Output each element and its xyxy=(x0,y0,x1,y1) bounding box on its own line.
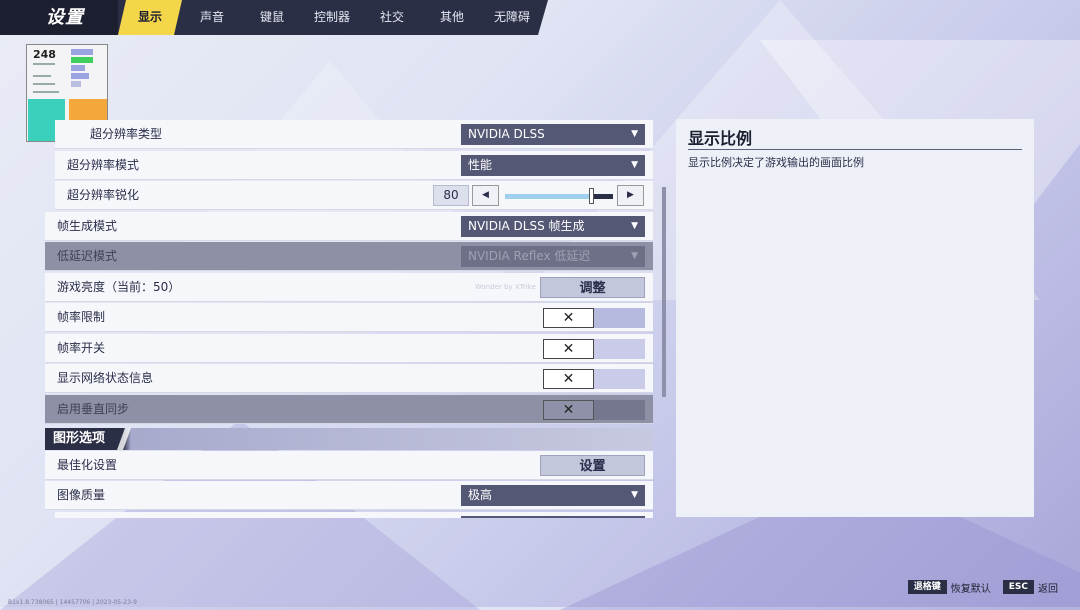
frame-gen-dropdown[interactable]: NVIDIA DLSS 帧生成 ▼ xyxy=(461,216,645,237)
description-title: 显示比例 xyxy=(688,129,753,148)
upscale-type-dropdown[interactable]: NVIDIA DLSS ▼ xyxy=(461,124,645,145)
tab-other[interactable]: 其他 xyxy=(422,0,482,35)
tab-keyboard-mouse[interactable]: 键鼠 xyxy=(242,0,302,35)
watermark-text: Wonder by XTrike xyxy=(475,283,536,291)
tab-accessibility[interactable]: 无障碍 xyxy=(482,0,542,35)
back-button[interactable]: 返回 xyxy=(1038,580,1058,595)
setting-row-upscale-type: 超分辨率类型 NVIDIA DLSS ▼ xyxy=(55,120,653,149)
fps-limit-toggle[interactable]: ✕ xyxy=(543,308,645,328)
setting-row-upscale-mode: 超分辨率模式 性能 ▼ xyxy=(55,151,653,180)
close-icon: ✕ xyxy=(543,308,594,328)
tab-display[interactable]: 显示 xyxy=(118,0,182,35)
sharpen-value: 80 xyxy=(433,185,469,206)
footer-hints: 退格键 恢复默认 ESC 返回 xyxy=(907,579,1058,595)
increase-button[interactable]: ▶ xyxy=(617,185,644,206)
fps-switch-toggle[interactable]: ✕ xyxy=(543,339,645,359)
page-title: 设置 xyxy=(0,0,118,35)
backspace-key-hint[interactable]: 退格键 xyxy=(907,580,947,594)
section-header-graphics: 图形选项 xyxy=(45,428,653,450)
tab-social[interactable]: 社交 xyxy=(362,0,422,35)
description-panel: 显示比例 显示比例决定了游戏输出的画面比例 xyxy=(676,119,1034,517)
settings-list: 超分辨率类型 NVIDIA DLSS ▼ 超分辨率模式 性能 ▼ 超分辨率锐化 … xyxy=(45,120,653,518)
arrow-left-icon: ◀ xyxy=(482,190,489,200)
build-info: B1x1.8.738065 | 14457706 | 2023-05-23-9 xyxy=(8,599,137,606)
scrollbar[interactable] xyxy=(662,187,666,397)
arrow-right-icon: ▶ xyxy=(627,190,634,200)
chevron-down-icon: ▼ xyxy=(631,129,638,139)
restore-default-button[interactable]: 恢复默认 xyxy=(951,580,991,595)
setting-row-net-info: 显示网络状态信息 ✕ xyxy=(45,364,653,393)
setting-row-fps-limit: 帧率限制 ✕ xyxy=(45,303,653,332)
upscale-mode-dropdown[interactable]: 性能 ▼ xyxy=(461,155,645,176)
chevron-down-icon: ▼ xyxy=(631,251,638,261)
tab-bar: 显示 声音 键鼠 控制器 社交 其他 无障碍 xyxy=(118,0,542,35)
setting-row-frame-gen: 帧生成模式 NVIDIA DLSS 帧生成 ▼ xyxy=(45,212,653,241)
tab-sound[interactable]: 声音 xyxy=(182,0,242,35)
low-latency-dropdown: NVIDIA Reflex 低延迟 ▼ xyxy=(461,246,645,267)
adjust-brightness-button[interactable]: 调整 xyxy=(540,277,645,298)
setting-row-low-latency: 低延迟模式 NVIDIA Reflex 低延迟 ▼ xyxy=(45,242,653,271)
tab-controller[interactable]: 控制器 xyxy=(302,0,362,35)
net-info-toggle[interactable]: ✕ xyxy=(543,369,645,389)
close-icon: ✕ xyxy=(543,369,594,389)
setting-row-image-quality: 图像质量 极高 ▼ xyxy=(45,481,653,510)
decrease-button[interactable]: ◀ xyxy=(472,185,499,206)
setting-row-brightness: 游戏亮度（当前：50） Wonder by XTrike 调整 xyxy=(45,273,653,302)
description-text: 显示比例决定了游戏输出的画面比例 xyxy=(688,156,864,169)
slider-thumb[interactable] xyxy=(589,188,595,204)
setting-row-fps-switch: 帧率开关 ✕ xyxy=(45,334,653,363)
sharpen-slider[interactable] xyxy=(505,194,613,199)
close-icon: ✕ xyxy=(543,400,594,420)
chevron-down-icon: ▼ xyxy=(631,490,638,500)
image-quality-dropdown[interactable]: 极高 ▼ xyxy=(461,485,645,506)
setting-row-partial xyxy=(55,512,653,518)
partial-dropdown[interactable] xyxy=(461,516,645,518)
optimize-settings-button[interactable]: 设置 xyxy=(540,455,645,476)
vsync-toggle: ✕ xyxy=(543,400,645,420)
setting-row-upscale-sharpen: 超分辨率锐化 80 ◀ ▶ xyxy=(55,181,653,210)
setting-row-optimize: 最佳化设置 设置 xyxy=(45,451,653,480)
close-icon: ✕ xyxy=(543,339,594,359)
setting-row-vsync: 启用垂直同步 ✕ xyxy=(45,395,653,424)
chevron-down-icon: ▼ xyxy=(631,160,638,170)
esc-key-hint[interactable]: ESC xyxy=(1002,580,1034,594)
fps-counter: 248 xyxy=(33,48,56,61)
chevron-down-icon: ▼ xyxy=(631,221,638,231)
slider-fill xyxy=(505,194,592,199)
